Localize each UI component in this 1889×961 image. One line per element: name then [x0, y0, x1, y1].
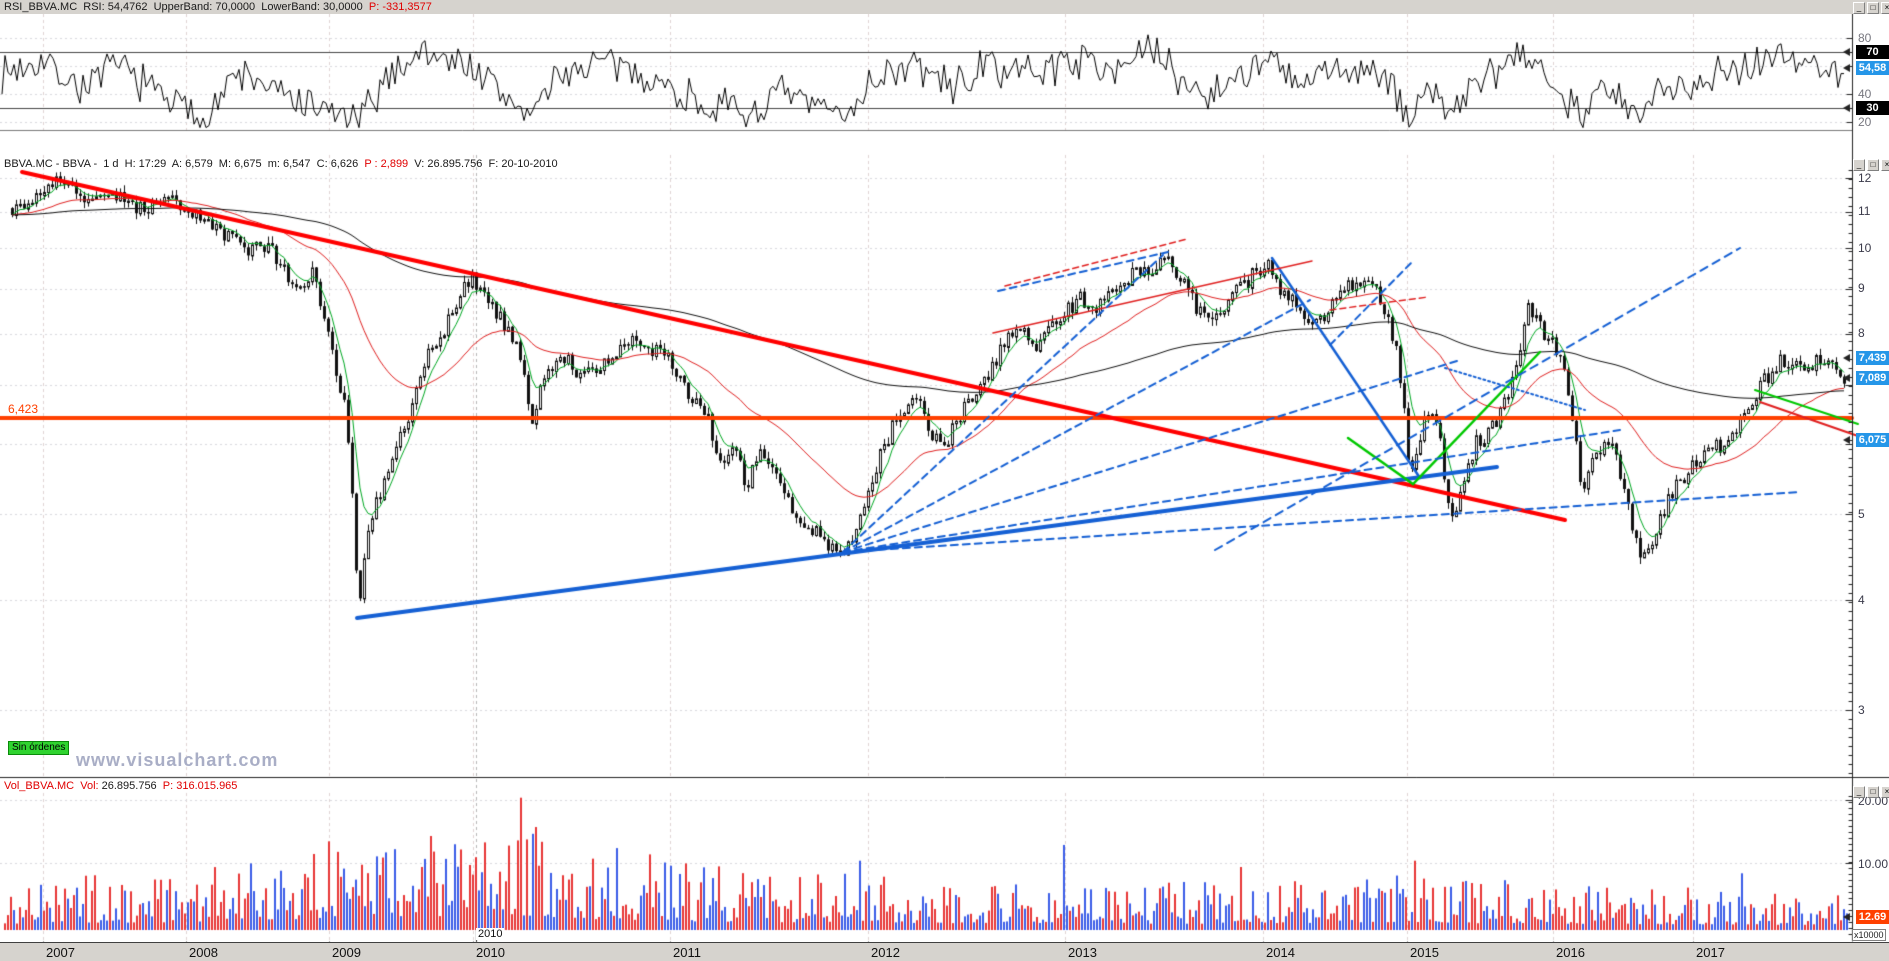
main-axis-label: 10	[1858, 241, 1872, 255]
rsi-upperband-label: UpperBand: 70,0000	[153, 1, 262, 13]
volume-vol-label: Vol:	[80, 780, 102, 792]
year-label-2013: 2013	[1068, 945, 1097, 960]
volume-panel-minimize-button[interactable]: _	[1853, 786, 1865, 798]
rsi-panel-minimize-button[interactable]: _	[1853, 2, 1865, 14]
main-symbol-header: BBVA.MC - BBVA - 1 d H: 17:29 A: 6,579 M…	[4, 158, 558, 170]
main-axis-label: 9	[1858, 281, 1865, 295]
rsi-panel-restore-button[interactable]: □	[1867, 2, 1879, 14]
main-axis-label: 11	[1858, 204, 1871, 218]
rsi-axis-label: 40	[1858, 87, 1872, 101]
year-label-2011: 2011	[673, 945, 701, 960]
rsi-lowerband-label: LowerBand: 30,0000	[261, 1, 369, 13]
main-axis-badge: 7,089	[1856, 371, 1889, 385]
rsi-symbol-label: RSI_BBVA.MC	[4, 1, 84, 13]
main-panel-minimize-button[interactable]: _	[1853, 159, 1865, 171]
year-label-2009: 2009	[332, 945, 361, 960]
rsi-panel-close-button[interactable]: ×	[1881, 2, 1889, 14]
main-axis-label: 12	[1858, 171, 1872, 185]
main-axis-label: 4	[1858, 593, 1865, 607]
main-axis-label: 3	[1858, 703, 1865, 717]
year-label-2016: 2016	[1556, 945, 1585, 960]
rsi-axis-badge: 70	[1856, 45, 1889, 59]
main-axis-label: 8	[1858, 326, 1865, 340]
main-axis-badge: 6,075	[1856, 433, 1889, 447]
main-panel-restore-button[interactable]: □	[1867, 159, 1879, 171]
volume-panel-close-button[interactable]: ×	[1881, 786, 1889, 798]
rsi-axis-label: 80	[1858, 31, 1872, 45]
main-axis-badge: 7,439	[1856, 351, 1889, 365]
volume-p-label: P: 316.015.965	[156, 780, 238, 792]
rsi-value-label: RSI: 54,4762	[83, 1, 154, 13]
rsi-indicator-header: RSI_BBVA.MC RSI: 54,4762 UpperBand: 70,0…	[4, 1, 432, 13]
main-axis-label: 5	[1858, 507, 1865, 521]
volume-panel-buttons: _ □ ×	[1853, 786, 1889, 798]
main-panel-buttons: _ □ ×	[1853, 159, 1889, 171]
rsi-p-label: P: -331,3577	[368, 1, 432, 13]
volume-axis-label: 10.00	[1858, 857, 1889, 871]
no-orders-badge[interactable]: Sin órdenes	[8, 741, 70, 755]
year-label-2015: 2015	[1410, 945, 1439, 960]
volume-unit-label: x10000	[1852, 929, 1886, 941]
chart-canvas[interactable]	[0, 0, 1889, 961]
volume-axis-badge: 12.69	[1856, 910, 1889, 924]
volume-indicator-header: Vol_BBVA.MC Vol: 26.895.756 P: 316.015.9…	[4, 780, 237, 792]
rsi-axis-label: 20	[1858, 115, 1872, 129]
year-label-2007: 2007	[46, 945, 75, 960]
cursor-date-label: 2010	[476, 928, 505, 940]
volume-panel-restore-button[interactable]: □	[1867, 786, 1879, 798]
rsi-axis-badge: 30	[1856, 101, 1889, 115]
year-label-2012: 2012	[871, 945, 900, 960]
year-label-2014: 2014	[1266, 945, 1295, 960]
rsi-panel-buttons: _ □ ×	[1853, 2, 1889, 14]
year-label-2010: 2010	[476, 945, 505, 960]
year-label-2008: 2008	[189, 945, 218, 960]
year-label-2017: 2017	[1696, 945, 1725, 960]
main-volume-date-label: V: 26.895.756 F: 20-10-2010	[408, 158, 558, 170]
main-panel-close-button[interactable]: ×	[1881, 159, 1889, 171]
orange-level-label: 6,423	[8, 402, 39, 416]
time-axis-strip[interactable]	[0, 942, 1889, 961]
visual-chart-window: RSI_BBVA.MC RSI: 54,4762 UpperBand: 70,0…	[0, 0, 1889, 961]
rsi-axis-badge: 54,58	[1856, 61, 1889, 75]
volume-vol-value: 26.895.756	[101, 780, 157, 792]
visualchart-watermark: www.visualchart.com	[76, 750, 279, 770]
main-ohlc-label: BBVA.MC - BBVA - 1 d H: 17:29 A: 6,579 M…	[4, 158, 365, 170]
main-p-label: P : 2,899	[364, 158, 409, 170]
volume-symbol-label: Vol_BBVA.MC	[4, 780, 81, 792]
